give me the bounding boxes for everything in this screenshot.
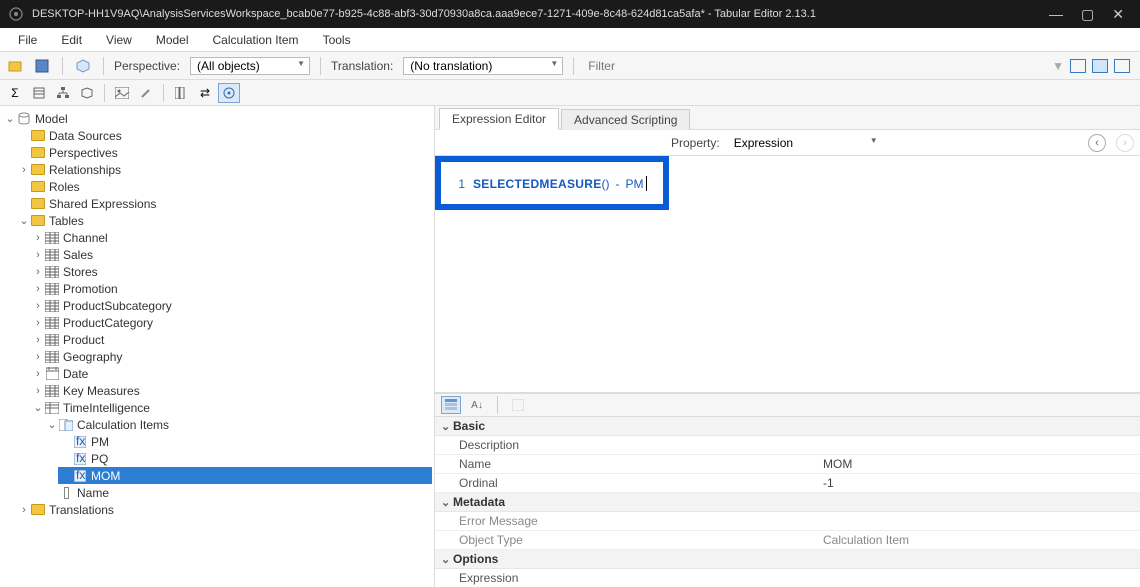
tree-node-translations[interactable]: ›Translations: [16, 501, 432, 518]
menu-calculation-item[interactable]: Calculation Item: [203, 30, 309, 50]
maximize-button[interactable]: ▢: [1081, 6, 1094, 23]
tree-toolbar: Σ ⇄: [0, 80, 1140, 106]
cube3d-icon[interactable]: [76, 83, 98, 103]
alphabetical-icon[interactable]: A↓: [467, 396, 487, 414]
tree-node-model[interactable]: ⌄Model: [2, 110, 432, 127]
expression-editor-header: Property: Expression ‹ ›: [435, 130, 1140, 156]
tree-node-pm[interactable]: fxPM: [58, 433, 432, 450]
window-titlebar: DESKTOP-HH1V9AQ\AnalysisServicesWorkspac…: [0, 0, 1140, 28]
line-number: 1: [451, 177, 465, 191]
sigma-icon[interactable]: Σ: [4, 83, 26, 103]
filter-icon[interactable]: ▼: [1052, 59, 1064, 73]
list-icon[interactable]: [28, 83, 50, 103]
pg-row-description[interactable]: Description: [435, 436, 1140, 455]
tree-node-time-intelligence[interactable]: ⌄TimeIntelligence: [30, 399, 432, 416]
pg-row-ordinal[interactable]: Ordinal-1: [435, 474, 1140, 493]
open-icon[interactable]: [6, 56, 26, 76]
separator: [62, 57, 63, 75]
expression-editor-body[interactable]: 1 SELECTEDMEASURE() - PM: [435, 156, 1140, 393]
tree-node-date[interactable]: ›Date: [30, 365, 432, 382]
tree-node-relationships[interactable]: ›Relationships: [16, 161, 432, 178]
menu-edit[interactable]: Edit: [51, 30, 92, 50]
tree-node-product-category[interactable]: ›ProductCategory: [30, 314, 432, 331]
pg-row-name[interactable]: NameMOM: [435, 455, 1140, 474]
tree-node-product-subcategory[interactable]: ›ProductSubcategory: [30, 297, 432, 314]
menu-view[interactable]: View: [96, 30, 142, 50]
separator: [497, 396, 498, 414]
app-icon: [8, 6, 24, 22]
tree-node-perspectives[interactable]: Perspectives: [16, 144, 432, 161]
main-toolbar: Perspective: (All objects) Translation: …: [0, 52, 1140, 80]
tree-node-channel[interactable]: ›Channel: [30, 229, 432, 246]
categorized-icon[interactable]: [441, 396, 461, 414]
minimize-button[interactable]: —: [1049, 6, 1063, 22]
tree-node-tables[interactable]: ⌄Tables: [16, 212, 432, 229]
menu-model[interactable]: Model: [146, 30, 199, 50]
tree-node-data-sources[interactable]: Data Sources: [16, 127, 432, 144]
pg-category-basic[interactable]: ⌄Basic: [435, 417, 1140, 436]
separator: [573, 57, 574, 75]
save-icon[interactable]: [32, 56, 52, 76]
separator: [103, 57, 104, 75]
pg-category-options[interactable]: ⌄Options: [435, 550, 1140, 569]
svg-text:fx: fx: [76, 436, 85, 448]
tree-node-name-column[interactable]: Name: [44, 484, 432, 501]
tree-node-promotion[interactable]: ›Promotion: [30, 280, 432, 297]
menu-tools[interactable]: Tools: [313, 30, 361, 50]
pg-category-metadata[interactable]: ⌄Metadata: [435, 493, 1140, 512]
menu-bar: File Edit View Model Calculation Item To…: [0, 28, 1140, 52]
close-button[interactable]: ✕: [1112, 6, 1124, 23]
tree-node-calculation-items[interactable]: ⌄Calculation Items: [44, 416, 432, 433]
target-icon[interactable]: [218, 83, 240, 103]
swap-icon[interactable]: ⇄: [194, 83, 216, 103]
tree-node-product[interactable]: ›Product: [30, 331, 432, 348]
translation-label: Translation:: [331, 59, 393, 73]
pg-row-expression[interactable]: Expression: [435, 569, 1140, 587]
pg-row-error-message: Error Message: [435, 512, 1140, 531]
layout-icon-3[interactable]: [1114, 59, 1130, 73]
hierarchy-icon[interactable]: [52, 83, 74, 103]
property-select[interactable]: Expression: [730, 134, 880, 152]
tree-node-shared-expressions[interactable]: Shared Expressions: [16, 195, 432, 212]
image-icon[interactable]: [111, 83, 133, 103]
separator: [320, 57, 321, 75]
separator: [104, 84, 105, 102]
menu-file[interactable]: File: [8, 30, 47, 50]
tab-advanced-scripting[interactable]: Advanced Scripting: [561, 109, 690, 130]
tree-node-pq[interactable]: fxPQ: [58, 450, 432, 467]
property-label: Property:: [671, 136, 720, 150]
filter-input[interactable]: [584, 57, 1046, 75]
separator: [163, 84, 164, 102]
tree-node-roles[interactable]: Roles: [16, 178, 432, 195]
perspective-select[interactable]: (All objects): [190, 57, 310, 75]
columns-icon[interactable]: [170, 83, 192, 103]
layout-icon-2[interactable]: [1092, 59, 1108, 73]
translation-select[interactable]: (No translation): [403, 57, 563, 75]
filter-input-wrap: [584, 57, 1046, 75]
svg-text:fx: fx: [76, 453, 85, 465]
tree-node-sales[interactable]: ›Sales: [30, 246, 432, 263]
object-tree-panel: ⌄Model Data Sources Perspectives ›Relati…: [0, 106, 435, 587]
tree-node-stores[interactable]: ›Stores: [30, 263, 432, 280]
property-grid-toolbar: A↓: [435, 393, 1140, 417]
code-line-1[interactable]: 1 SELECTEDMEASURE() - PM: [451, 176, 1134, 191]
perspective-label: Perspective:: [114, 59, 180, 73]
tree-node-key-measures[interactable]: ›Key Measures: [30, 382, 432, 399]
tree-node-geography[interactable]: ›Geography: [30, 348, 432, 365]
dax-func: SELECTEDMEASURE: [473, 177, 602, 191]
cube-icon[interactable]: [73, 56, 93, 76]
edit-icon[interactable]: [135, 83, 157, 103]
editor-tab-strip: Expression Editor Advanced Scripting: [435, 106, 1140, 130]
property-grid: ⌄Basic Description NameMOM Ordinal-1 ⌄Me…: [435, 417, 1140, 587]
tree-node-mom[interactable]: fxMOM: [58, 467, 432, 484]
window-title: DESKTOP-HH1V9AQ\AnalysisServicesWorkspac…: [32, 8, 1049, 20]
tab-expression-editor[interactable]: Expression Editor: [439, 108, 559, 130]
text-cursor: [646, 176, 647, 191]
property-pages-icon[interactable]: [508, 396, 528, 414]
history-forward-button[interactable]: ›: [1116, 134, 1134, 152]
pg-row-object-type: Object TypeCalculation Item: [435, 531, 1140, 550]
svg-text:fx: fx: [76, 470, 85, 482]
layout-icon-1[interactable]: [1070, 59, 1086, 73]
history-back-button[interactable]: ‹: [1088, 134, 1106, 152]
